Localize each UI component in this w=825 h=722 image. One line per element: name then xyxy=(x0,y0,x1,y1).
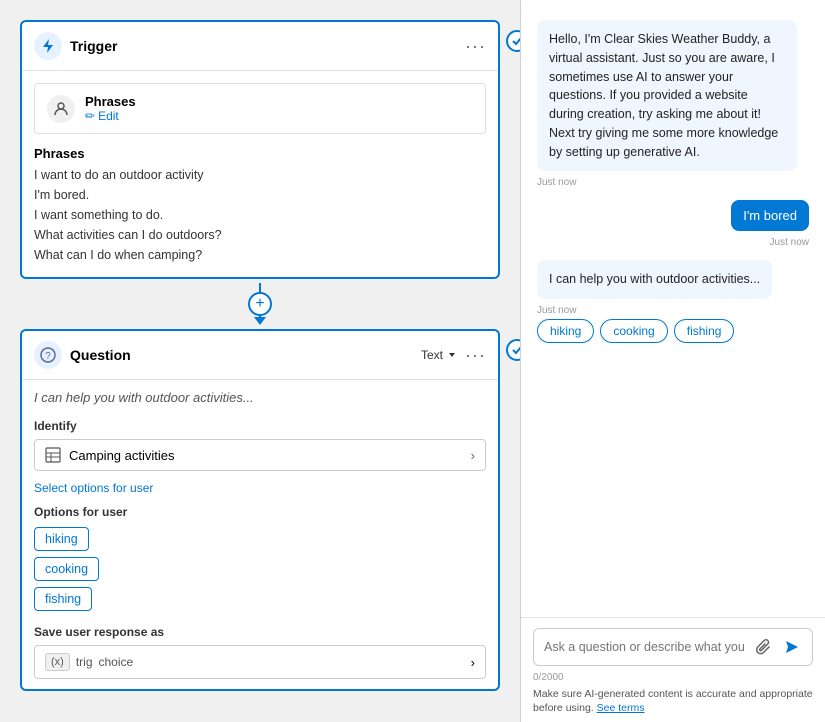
left-panel: Trigger ··· Phrases ✏ Edit Phrases xyxy=(0,0,520,722)
bot-message-1: Hello, I'm Clear Skies Weather Buddy, a … xyxy=(537,20,797,171)
chat-input-area: 0/2000 Make sure AI-generated content is… xyxy=(521,617,825,722)
trigger-menu-button[interactable]: ··· xyxy=(465,37,486,55)
question-card-header: ? Question Text ··· xyxy=(22,331,498,380)
phrase-4: What activities can I do outdoors? xyxy=(34,225,486,245)
identify-label: Identify xyxy=(34,419,486,433)
var-x-badge: (x) xyxy=(45,653,70,671)
question-type-selector[interactable]: Text xyxy=(421,348,457,362)
phrase-3: I want something to do. xyxy=(34,205,486,225)
phrase-1: I want to do an outdoor activity xyxy=(34,165,486,185)
bot-message-wrapper-1: Hello, I'm Clear Skies Weather Buddy, a … xyxy=(537,20,809,188)
option-tag-hiking[interactable]: hiking xyxy=(34,527,89,551)
chat-counter: 0/2000 xyxy=(533,672,813,683)
chat-options: hiking cooking fishing xyxy=(537,319,734,343)
question-body: I can help you with outdoor activities..… xyxy=(22,380,498,689)
edit-pencil-icon: ✏ xyxy=(85,109,95,123)
save-response-label: Save user response as xyxy=(34,625,486,639)
chat-area: Hello, I'm Clear Skies Weather Buddy, a … xyxy=(521,0,825,617)
options-label: Options for user xyxy=(34,505,486,519)
connector-arrow xyxy=(254,317,266,325)
attach-button[interactable] xyxy=(754,637,774,657)
phrases-box: Phrases ✏ Edit xyxy=(34,83,486,134)
identify-chevron-icon: › xyxy=(471,448,475,463)
phrases-heading: Phrases xyxy=(34,146,486,161)
question-type-label: Text xyxy=(421,348,443,362)
add-step-button[interactable]: + xyxy=(248,292,272,316)
user-message-1: I'm bored xyxy=(731,200,809,231)
trigger-icon xyxy=(34,32,62,60)
phrases-content: Phrases I want to do an outdoor activity… xyxy=(22,146,498,277)
option-tag-fishing[interactable]: fishing xyxy=(34,587,92,611)
identify-value: Camping activities xyxy=(69,448,463,463)
right-panel: Hello, I'm Clear Skies Weather Buddy, a … xyxy=(521,0,825,722)
var-trig-name: trig xyxy=(76,655,93,669)
trigger-card: Trigger ··· Phrases ✏ Edit Phrases xyxy=(20,20,500,279)
question-preview-text: I can help you with outdoor activities..… xyxy=(34,390,486,405)
phrase-2: I'm bored. xyxy=(34,185,486,205)
user-message-wrapper-1: I'm bored Just now xyxy=(537,200,809,248)
trigger-title: Trigger xyxy=(70,38,457,54)
option-tag-cooking[interactable]: cooking xyxy=(34,557,99,581)
bot-message-2: I can help you with outdoor activities..… xyxy=(537,260,772,299)
send-button[interactable] xyxy=(782,637,802,657)
svg-text:?: ? xyxy=(45,351,51,362)
connector: + xyxy=(20,279,500,329)
option-tags-list: hiking cooking fishing xyxy=(34,527,486,611)
timestamp-2: Just now xyxy=(770,237,809,248)
question-title: Question xyxy=(70,347,413,363)
timestamp-1: Just now xyxy=(537,177,576,188)
save-response-selector[interactable]: (x) trig choice › xyxy=(34,645,486,679)
question-icon: ? xyxy=(34,341,62,369)
bot-message-wrapper-2: I can help you with outdoor activities..… xyxy=(537,260,809,343)
select-options-link[interactable]: Select options for user xyxy=(34,481,486,495)
trigger-card-header: Trigger ··· xyxy=(22,22,498,71)
chat-option-hiking[interactable]: hiking xyxy=(537,319,594,343)
identify-selector[interactable]: Camping activities › xyxy=(34,439,486,471)
table-icon xyxy=(45,447,61,463)
phrases-name: Phrases xyxy=(85,94,136,109)
question-check-badge xyxy=(506,339,520,361)
chat-input-row xyxy=(533,628,813,666)
phrases-edit-link[interactable]: ✏ Edit xyxy=(85,109,136,123)
phrases-person-icon xyxy=(47,95,75,123)
question-card: ? Question Text ··· I can help you with … xyxy=(20,329,500,691)
var-choice-name: choice xyxy=(99,655,134,669)
chat-option-cooking[interactable]: cooking xyxy=(600,319,667,343)
phrase-5: What can I do when camping? xyxy=(34,245,486,265)
question-menu-button[interactable]: ··· xyxy=(465,346,486,364)
timestamp-3: Just now xyxy=(537,305,576,316)
save-response-chevron-icon: › xyxy=(471,655,475,670)
see-terms-link[interactable]: See terms xyxy=(597,702,645,714)
chat-footer-text: Make sure AI-generated content is accura… xyxy=(533,687,813,716)
trigger-check-badge xyxy=(506,30,520,52)
chat-input[interactable] xyxy=(544,640,746,654)
chat-option-fishing[interactable]: fishing xyxy=(674,319,735,343)
